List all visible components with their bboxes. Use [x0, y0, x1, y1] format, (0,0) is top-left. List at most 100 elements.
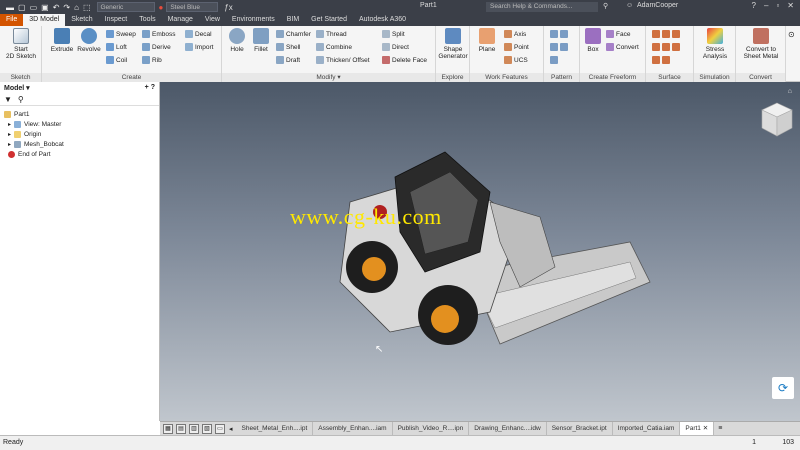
- rectangular-pattern-button[interactable]: [550, 30, 568, 38]
- doc-tab[interactable]: Assembly_Enhan....iam: [313, 421, 393, 436]
- rib-button[interactable]: Rib: [142, 56, 162, 64]
- hole-button[interactable]: Hole: [226, 28, 248, 53]
- start-2d-sketch-button[interactable]: Start 2D Sketch: [4, 28, 38, 60]
- combine-button[interactable]: Combine: [316, 43, 352, 51]
- chamfer-button[interactable]: Chamfer: [276, 30, 311, 38]
- find-icon[interactable]: ⚲: [18, 95, 24, 104]
- trim-icon[interactable]: [672, 30, 680, 38]
- mirror-button[interactable]: [550, 43, 568, 51]
- close-tab-icon[interactable]: ✕: [703, 425, 708, 432]
- box-button[interactable]: Box: [582, 28, 604, 53]
- tab-get-started[interactable]: Get Started: [305, 14, 353, 26]
- save-icon[interactable]: ▣: [41, 3, 49, 12]
- tab-manage[interactable]: Manage: [162, 14, 199, 26]
- tab-environments[interactable]: Environments: [226, 14, 281, 26]
- ruled-surface-icon[interactable]: [672, 43, 680, 51]
- tab-tools[interactable]: Tools: [133, 14, 161, 26]
- tab-list-icon[interactable]: ≡: [718, 425, 722, 432]
- extrude-button[interactable]: Extrude: [48, 28, 76, 53]
- open-documents-icon[interactable]: ▭: [215, 423, 225, 434]
- user-name[interactable]: AdamCooper: [637, 2, 678, 9]
- doc-tab[interactable]: Publish_Video_R....ipn: [393, 421, 470, 436]
- stitch-icon[interactable]: [652, 30, 660, 38]
- extend-icon[interactable]: [652, 43, 660, 51]
- doc-tab[interactable]: Drawing_Enhanc....idw: [469, 421, 547, 436]
- doc-tab[interactable]: Sheet_Metal_Enh....ipt: [237, 421, 314, 436]
- emboss-button[interactable]: Emboss: [142, 30, 175, 38]
- loft-button[interactable]: Loft: [106, 43, 127, 51]
- coil-button[interactable]: Coil: [106, 56, 127, 64]
- redo-icon[interactable]: ↷: [63, 3, 70, 12]
- tab-file[interactable]: File: [0, 14, 24, 26]
- tree-item-view-master[interactable]: ▸ View: Master: [4, 119, 155, 129]
- delete-face-button[interactable]: Delete Face: [382, 56, 427, 64]
- fillet-button[interactable]: Fillet: [248, 28, 274, 53]
- expand-icon[interactable]: ▸: [8, 131, 11, 138]
- tree-item-part1[interactable]: Part1: [4, 109, 155, 119]
- binoculars-icon[interactable]: ⚲: [603, 2, 608, 10]
- split-button[interactable]: Split: [382, 30, 405, 38]
- sketch-pattern-icon[interactable]: [560, 43, 568, 51]
- sculpt-icon[interactable]: [662, 43, 670, 51]
- home-icon[interactable]: ⌂: [74, 3, 79, 12]
- expand-icon[interactable]: ▸: [8, 141, 11, 148]
- home-view-icon[interactable]: ⌂: [788, 88, 792, 95]
- expand-icon[interactable]: ▸: [8, 121, 11, 128]
- tree-item-end-of-part[interactable]: End of Part: [4, 149, 155, 159]
- filter-icon[interactable]: ▼: [4, 95, 12, 104]
- shell-button[interactable]: Shell: [276, 43, 300, 51]
- search-input[interactable]: Search Help & Commands...: [486, 2, 598, 12]
- material-dropdown[interactable]: Generic: [96, 2, 155, 12]
- tab-view[interactable]: View: [199, 14, 226, 26]
- graphics-viewport[interactable]: www.cg-ku.com ⌂ ⟳ ↖: [160, 82, 800, 421]
- app-menu-icon[interactable]: ▬: [6, 3, 14, 12]
- revolve-button[interactable]: Revolve: [75, 28, 103, 53]
- face-button[interactable]: Face: [606, 30, 630, 38]
- axis-button[interactable]: Axis: [504, 30, 526, 38]
- arrange-icon[interactable]: ▥: [189, 423, 199, 434]
- thicken-offset-button[interactable]: Thicken/ Offset: [316, 56, 370, 64]
- sweep-button[interactable]: Sweep: [106, 30, 136, 38]
- tab-3d-model[interactable]: 3D Model: [23, 14, 66, 26]
- repair-icon[interactable]: [662, 56, 670, 64]
- circular-pattern-icon[interactable]: [560, 30, 568, 38]
- import-button[interactable]: Import: [185, 43, 213, 51]
- minimize-icon[interactable]: –: [764, 1, 768, 10]
- tab-inspect[interactable]: Inspect: [99, 14, 134, 26]
- viewcube[interactable]: [760, 100, 794, 140]
- help-icon[interactable]: ?: [752, 1, 756, 10]
- tab-sketch[interactable]: Sketch: [65, 14, 98, 26]
- undo-icon[interactable]: ↶: [53, 3, 60, 12]
- open-icon[interactable]: ▭: [30, 3, 38, 12]
- convert-to-sheet-metal-button[interactable]: Convert to Sheet Metal: [738, 28, 784, 60]
- freeform-convert-button[interactable]: Convert: [606, 43, 639, 51]
- tab-autodesk-a360[interactable]: Autodesk A360: [353, 14, 412, 26]
- tree-item-mesh-bobcat[interactable]: ▸ Mesh_Bobcat: [4, 139, 155, 149]
- doc-tab[interactable]: Sensor_Bracket.ipt: [547, 421, 613, 436]
- bobcat-model[interactable]: [160, 82, 800, 421]
- thread-button[interactable]: Thread: [316, 30, 347, 38]
- tab-bim[interactable]: BIM: [281, 14, 305, 26]
- patch-icon[interactable]: [662, 30, 670, 38]
- fx-icon[interactable]: ƒx: [224, 3, 232, 12]
- point-button[interactable]: Point: [504, 43, 529, 51]
- stress-analysis-button[interactable]: Stress Analysis: [697, 28, 733, 60]
- cascade-icon[interactable]: ▤: [176, 423, 186, 434]
- tab-menu-icon[interactable]: ◂: [229, 425, 233, 433]
- ucs-button[interactable]: UCS: [504, 56, 528, 64]
- add-icon[interactable]: +: [145, 84, 149, 91]
- derive-button[interactable]: Derive: [142, 43, 171, 51]
- split-view-icon[interactable]: ▧: [202, 423, 212, 434]
- shape-generator-button[interactable]: Shape Generator: [437, 28, 469, 60]
- ribbon-options-icon[interactable]: ⊙: [788, 30, 795, 39]
- tree-item-origin[interactable]: ▸ Origin: [4, 129, 155, 139]
- browser-title[interactable]: Model ▾: [4, 84, 30, 92]
- maximize-icon[interactable]: ▫: [776, 1, 779, 10]
- help-icon[interactable]: ?: [151, 84, 155, 91]
- draft-button[interactable]: Draft: [276, 56, 300, 64]
- pattern-extra-button[interactable]: [550, 56, 558, 64]
- tile-view-icon[interactable]: ▦: [163, 423, 173, 434]
- plane-button[interactable]: Plane: [474, 28, 500, 53]
- doc-tab[interactable]: Imported_Catia.iam: [613, 421, 681, 436]
- navigation-bar-icon[interactable]: ⟳: [772, 377, 794, 399]
